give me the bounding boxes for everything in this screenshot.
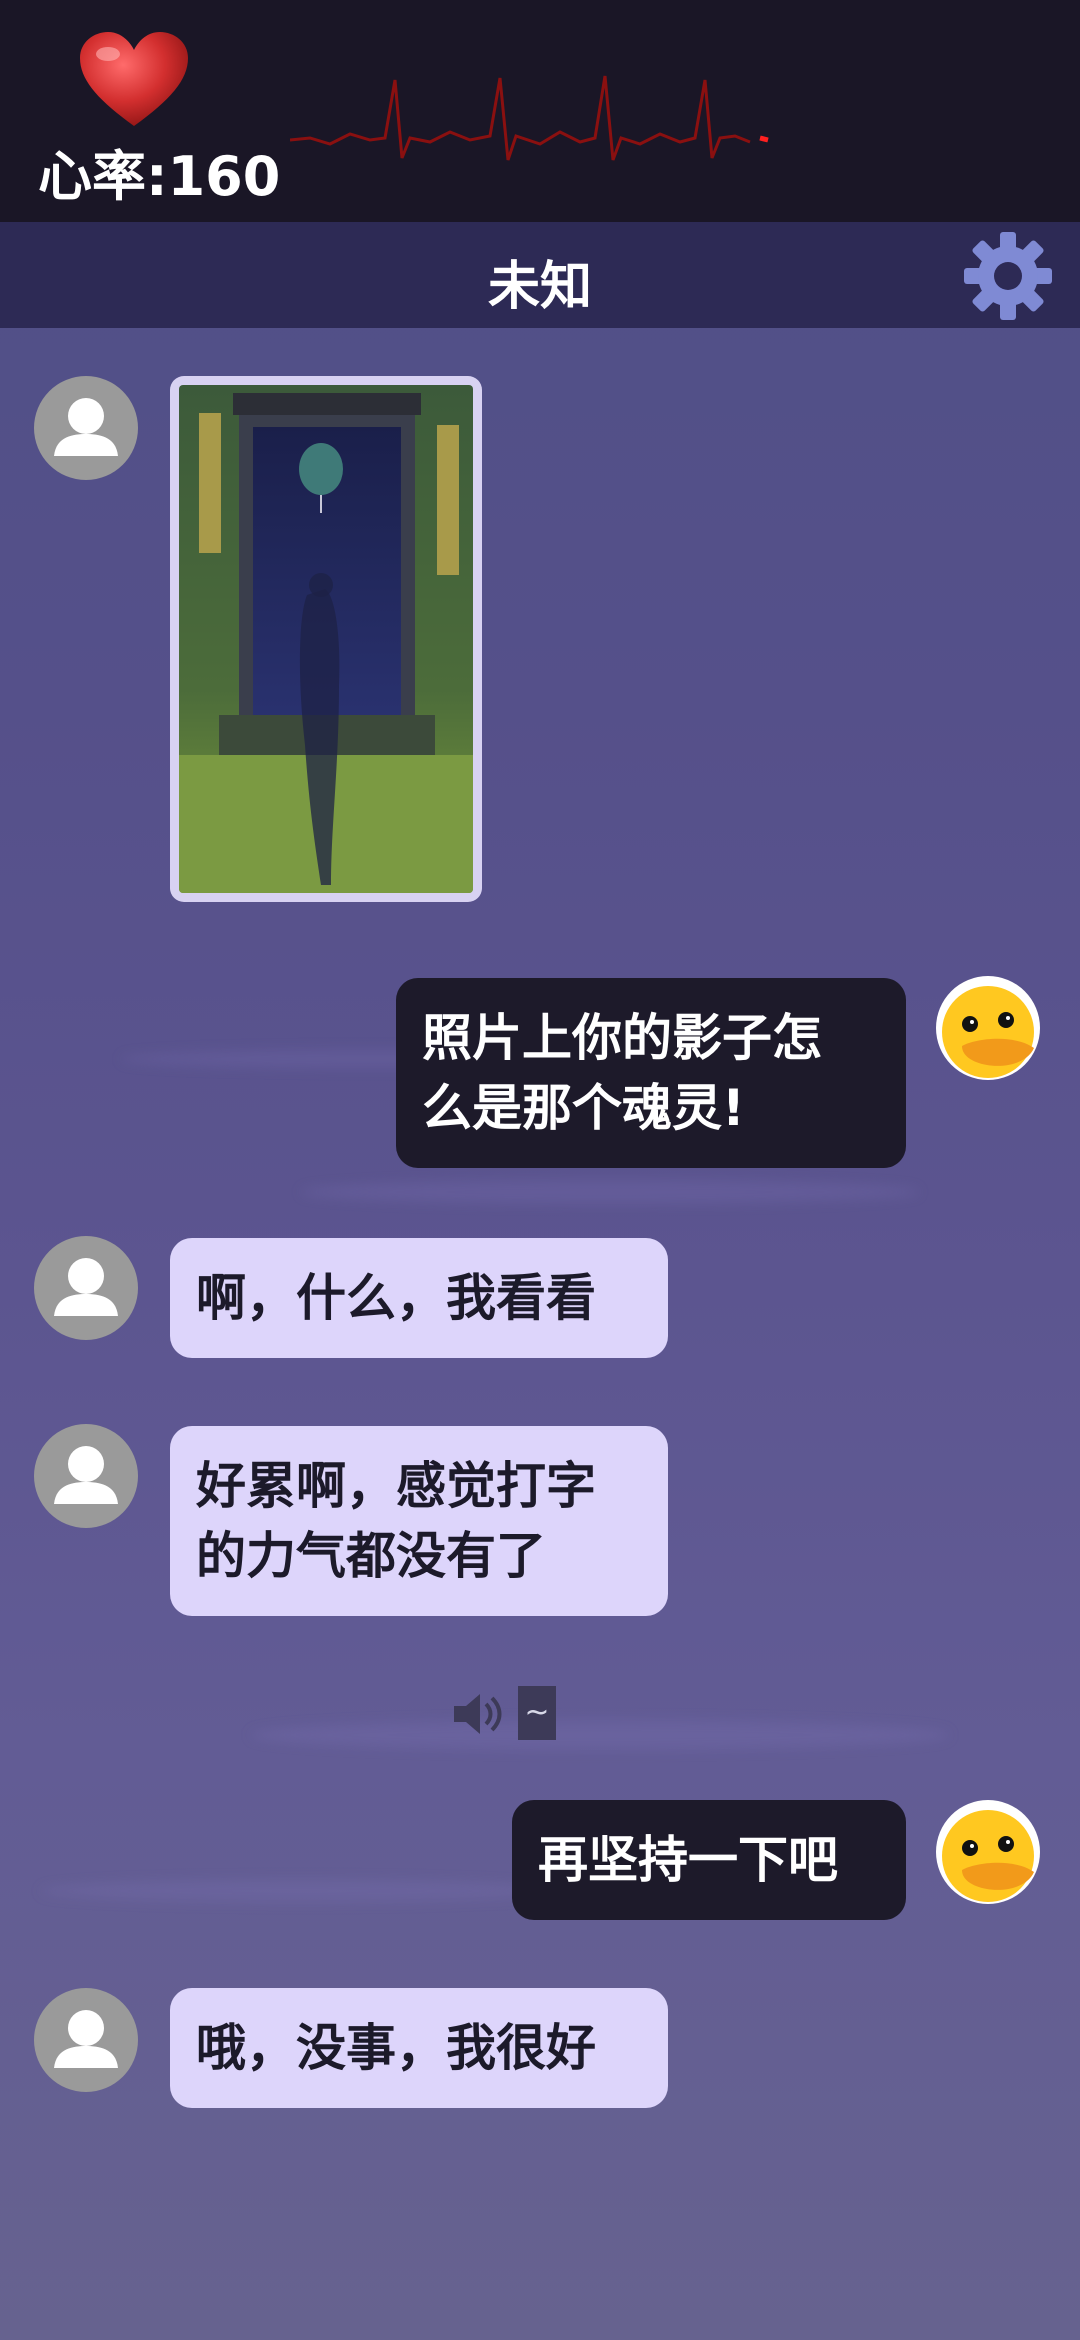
default-user-avatar[interactable] (34, 376, 138, 480)
ecg-waveform (290, 75, 769, 161)
background-streak (40, 1880, 560, 1902)
incoming-message-bubble: 好累啊，感觉打字 的力气都没有了 (170, 1426, 668, 1616)
outgoing-message-bubble: 照片上你的影子怎 么是那个魂灵! (396, 978, 906, 1168)
default-user-avatar[interactable] (34, 1988, 138, 2092)
chat-title: 未知 (487, 257, 592, 317)
duck-avatar[interactable] (936, 1800, 1040, 1904)
ghost-doorway-photo (179, 385, 473, 893)
speaker-icon[interactable] (450, 1686, 506, 1742)
chat-photo[interactable] (170, 376, 482, 902)
voice-message-duration[interactable]: ~ (518, 1686, 556, 1740)
background-streak (300, 1180, 920, 1204)
background-streak (250, 1720, 950, 1750)
chat-header: 未知 (0, 222, 1080, 328)
incoming-message-bubble: 哦，没事，我很好 (170, 1988, 668, 2108)
outgoing-message-bubble: 再坚持一下吧 (512, 1800, 906, 1920)
gear-icon[interactable] (960, 228, 1056, 324)
default-user-avatar[interactable] (34, 1424, 138, 1528)
default-user-avatar[interactable] (34, 1236, 138, 1340)
heart-icon (80, 32, 188, 126)
incoming-message-bubble: 啊，什么，我看看 (170, 1238, 668, 1358)
duck-avatar[interactable] (936, 976, 1040, 1080)
heart-rate-label: 心率:160 (38, 145, 281, 208)
heart-rate-bar: 心率:160 (0, 0, 1080, 222)
